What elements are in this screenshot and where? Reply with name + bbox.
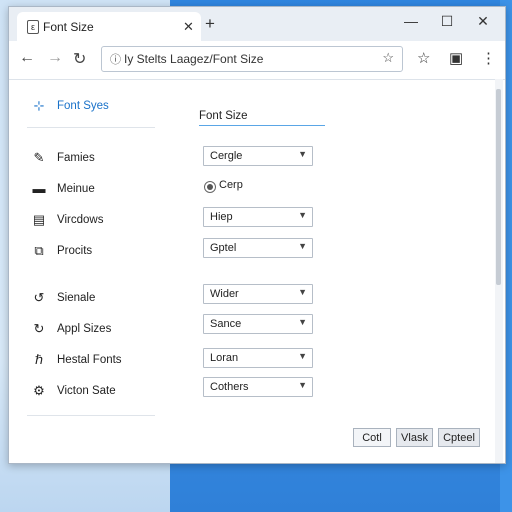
- chevron-down-icon: ▼: [298, 317, 307, 327]
- tab-title: Font Size: [43, 20, 94, 34]
- close-tab-icon[interactable]: ✕: [183, 19, 194, 35]
- select-value: Hiep: [210, 211, 233, 223]
- address-bar[interactable]: ⓘ Iy Stelts Laagez/Font Size ☆: [101, 46, 403, 72]
- third-button[interactable]: Cpteel: [438, 428, 480, 447]
- select-value: Sance: [210, 318, 242, 330]
- title-underline: [199, 125, 325, 126]
- sidebar-item-font-syes[interactable]: ⊹ Font Syes: [27, 97, 157, 117]
- select-value: Gptel: [210, 242, 237, 254]
- first-button[interactable]: Cotl: [353, 428, 391, 447]
- sidebar-item-procits[interactable]: ⧉ Procits: [27, 242, 157, 262]
- sidebar-item-label: Famies: [57, 152, 95, 164]
- chevron-down-icon: ▼: [298, 149, 307, 159]
- font-select-2[interactable]: Hiep ▼: [203, 207, 313, 227]
- forward-icon[interactable]: →: [47, 49, 63, 67]
- chevron-down-icon: ▼: [298, 380, 307, 390]
- sidebar-item-label: Appl Sizes: [57, 323, 112, 335]
- pen-nib-icon: ⊹: [33, 98, 45, 113]
- sidebar-item-label: Sienale: [57, 292, 96, 304]
- favorites-icon[interactable]: ☆: [417, 49, 430, 67]
- info-icon: ⓘ: [110, 54, 121, 66]
- sidebar-item-label: Font Syes: [57, 100, 109, 112]
- sidebar-item-label: Procits: [57, 245, 93, 257]
- sidebar-item-meinue[interactable]: ▬ Meinue: [27, 180, 157, 200]
- toolbar: ← → ↻ ⓘ Iy Stelts Laagez/Font Size ☆ ☆ ▣…: [9, 41, 505, 80]
- address-text: Iy Stelts Laagez/Font Size: [124, 52, 264, 66]
- puzzle-icon: ⧉: [34, 243, 44, 258]
- radio-button[interactable]: [204, 181, 216, 193]
- maximize-icon[interactable]: ☐: [437, 13, 457, 31]
- font-select-1[interactable]: Cergle ▼: [203, 146, 313, 166]
- browser-window: ε Font Size ✕ + — ☐ ✕ ← → ↻ ⓘ Iy Stelts …: [8, 6, 506, 464]
- page-icon: ε: [27, 20, 39, 34]
- select-value: Cothers: [210, 381, 249, 393]
- collections-icon[interactable]: ▣: [449, 49, 463, 67]
- chevron-down-icon: ▼: [298, 210, 307, 220]
- chevron-down-icon: ▼: [298, 241, 307, 251]
- font-select-6[interactable]: Loran ▼: [203, 348, 313, 368]
- window-icon: ▤: [32, 212, 46, 227]
- sidebar-item-vircdows[interactable]: ▤ Vircdows: [27, 211, 157, 231]
- more-menu-icon[interactable]: ⋮: [481, 49, 496, 67]
- refresh-icon: ↺: [33, 290, 45, 305]
- select-value: Cergle: [210, 150, 243, 162]
- font-select-7[interactable]: Cothers ▼: [203, 377, 313, 397]
- sidebar: ⊹ Font Syes ✎ Famies ▬ Meinue ▤ Vircdows…: [9, 79, 159, 463]
- sidebar-item-label: Victon Sate: [57, 385, 116, 397]
- radio-label: Cerp: [219, 179, 243, 191]
- font-select-3[interactable]: Gptel ▼: [203, 238, 313, 258]
- tab-bar: ε Font Size ✕ + — ☐ ✕: [9, 7, 505, 41]
- menu-icon: ▬: [32, 181, 46, 196]
- cycle-icon: ↻: [33, 321, 45, 336]
- sidebar-item-appl-sizes[interactable]: ↻ Appl Sizes: [27, 320, 157, 340]
- tab-font-size[interactable]: ε Font Size ✕: [17, 12, 201, 41]
- scrollbar-thumb[interactable]: [496, 89, 501, 285]
- sidebar-item-label: Hestal Fonts: [57, 354, 122, 366]
- minimize-icon[interactable]: —: [401, 13, 421, 31]
- gear-icon: ⚙: [33, 383, 45, 398]
- sidebar-item-victon-sate[interactable]: ⚙ Victon Sate: [27, 382, 157, 402]
- pencil-icon: ✎: [33, 150, 45, 165]
- bookmark-star-icon[interactable]: ☆: [382, 50, 394, 66]
- reload-icon[interactable]: ↻: [73, 49, 86, 69]
- sidebar-item-hestal-fonts[interactable]: ℏ Hestal Fonts: [27, 351, 157, 371]
- sidebar-divider: [27, 415, 155, 416]
- font-icon: ℏ: [34, 352, 44, 367]
- sidebar-item-label: Meinue: [57, 183, 95, 195]
- font-select-4[interactable]: Wider ▼: [203, 284, 313, 304]
- sidebar-divider: [27, 127, 155, 128]
- chevron-down-icon: ▼: [298, 287, 307, 297]
- font-select-5[interactable]: Sance ▼: [203, 314, 313, 334]
- sidebar-item-label: Vircdows: [57, 214, 104, 226]
- select-value: Wider: [210, 288, 239, 300]
- new-tab-icon[interactable]: +: [205, 14, 215, 34]
- chevron-down-icon: ▼: [298, 351, 307, 361]
- select-value: Loran: [210, 352, 239, 364]
- sidebar-item-sienale[interactable]: ↺ Sienale: [27, 289, 157, 309]
- sidebar-item-famies[interactable]: ✎ Famies: [27, 149, 157, 169]
- back-icon[interactable]: ←: [19, 49, 35, 67]
- close-window-icon[interactable]: ✕: [473, 13, 493, 31]
- second-button[interactable]: Vlask: [396, 428, 433, 447]
- page-title: Font Size: [199, 110, 248, 122]
